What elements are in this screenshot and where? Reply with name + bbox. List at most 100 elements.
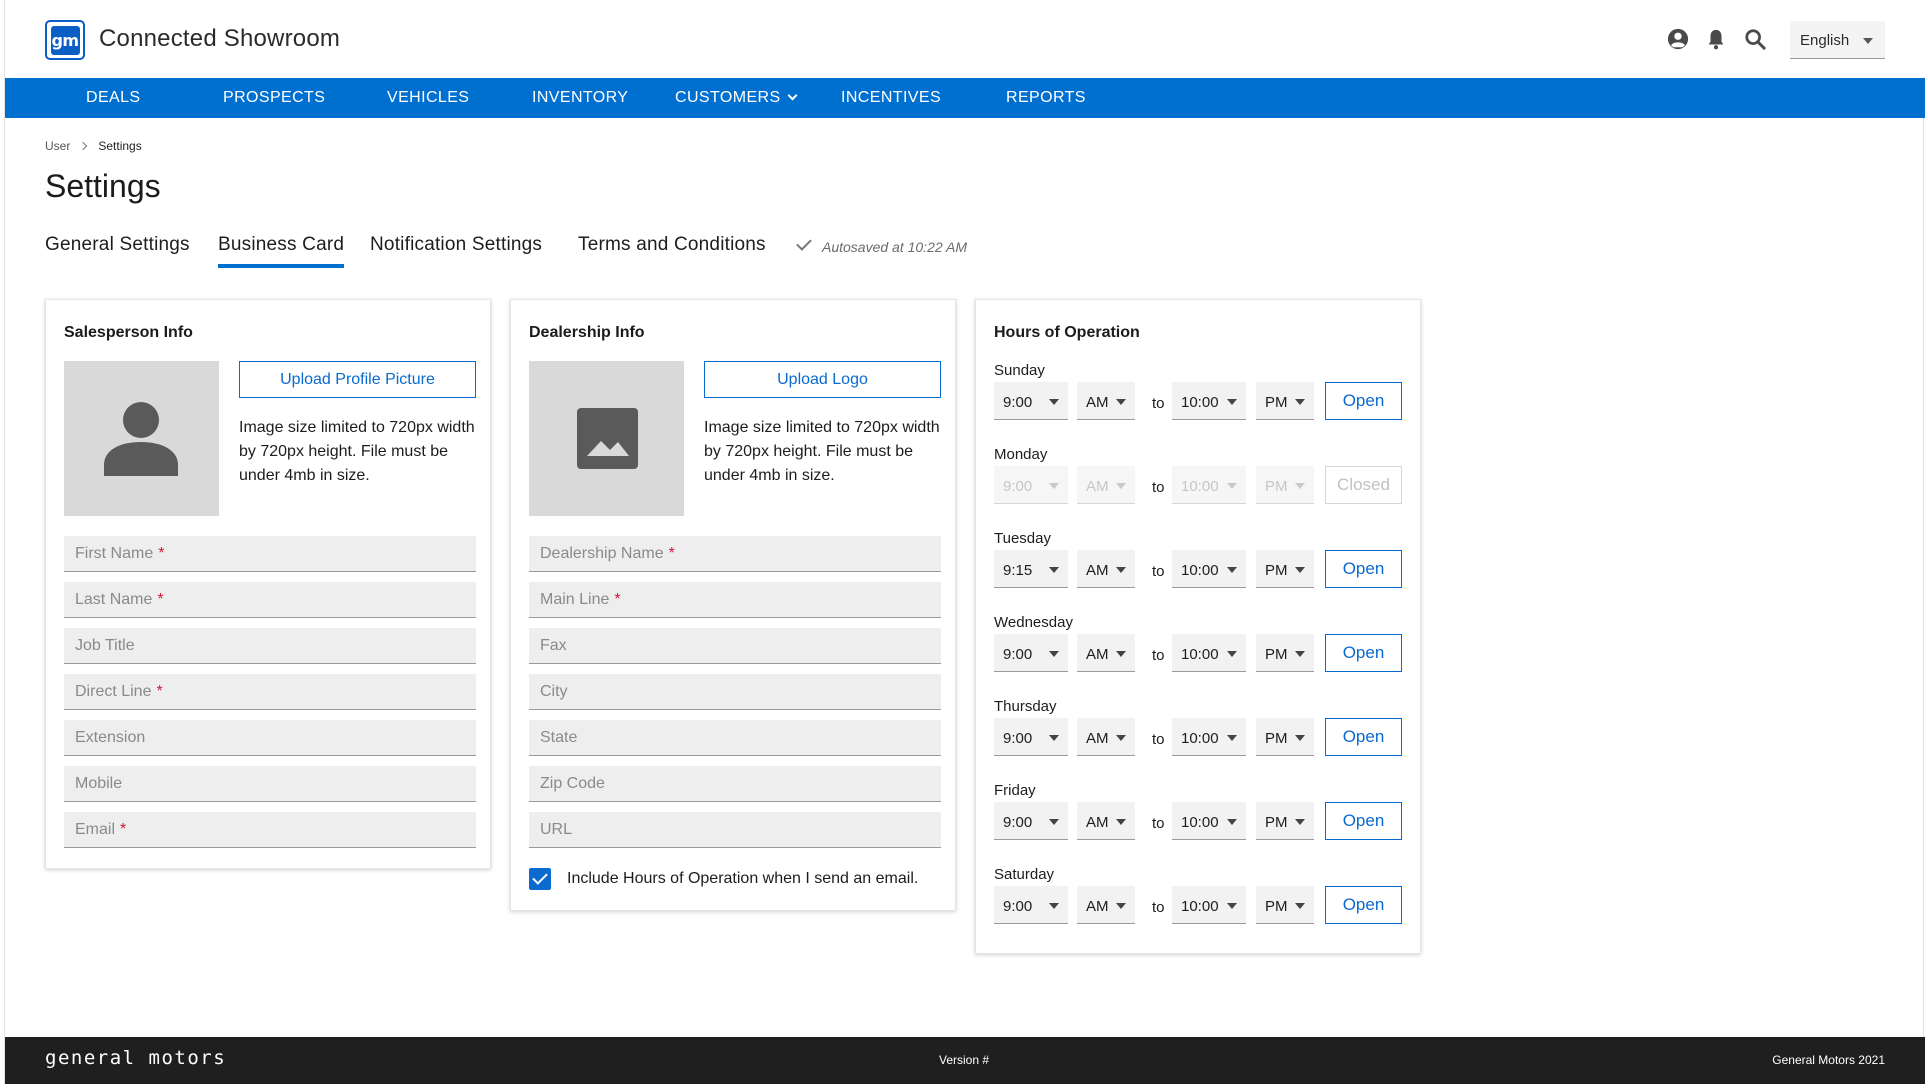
close-time-select-wednesday[interactable]: 10:00	[1172, 634, 1246, 672]
email-field[interactable]: Email *	[64, 812, 476, 848]
day-label-sunday: Sunday	[994, 362, 1045, 379]
nav-item-customers[interactable]: CUSTOMERS	[675, 89, 797, 107]
open-ampm-select-friday[interactable]: AM	[1077, 802, 1135, 840]
close-time-select-saturday[interactable]: 10:00	[1172, 886, 1246, 924]
url-field[interactable]: URL	[529, 812, 941, 848]
upload-logo-button[interactable]: Upload Logo	[704, 361, 941, 398]
chevron-down-icon	[1116, 483, 1126, 489]
to-label: to	[1152, 395, 1165, 412]
status-button-sunday[interactable]: Open	[1325, 382, 1402, 420]
upload-profile-picture-button[interactable]: Upload Profile Picture	[239, 361, 476, 398]
open-ampm-select-saturday[interactable]: AM	[1077, 886, 1135, 924]
include-hours-checkbox[interactable]	[529, 868, 551, 890]
open-ampm-select-tuesday[interactable]: AM	[1077, 550, 1135, 588]
nav-item-reports[interactable]: REPORTS	[1006, 89, 1086, 107]
nav-item-prospects[interactable]: PROSPECTS	[223, 89, 325, 107]
day-label-tuesday: Tuesday	[994, 530, 1051, 547]
chevron-right-icon	[79, 141, 88, 151]
close-time-select-sunday[interactable]: 10:00	[1172, 382, 1246, 420]
account-icon[interactable]	[1667, 28, 1689, 50]
open-time-select-saturday[interactable]: 9:00	[994, 886, 1068, 924]
close-time-select-friday[interactable]: 10:00	[1172, 802, 1246, 840]
chevron-down-icon	[1049, 735, 1059, 741]
open-ampm-select-sunday[interactable]: AM	[1077, 382, 1135, 420]
close-time-select-tuesday[interactable]: 10:00	[1172, 550, 1246, 588]
status-button-friday[interactable]: Open	[1325, 802, 1402, 840]
image-icon	[577, 408, 638, 469]
checkmark-icon	[796, 235, 812, 251]
tab-notification-settings[interactable]: Notification Settings	[370, 234, 542, 256]
open-time-select-friday[interactable]: 9:00	[994, 802, 1068, 840]
gm-logo-text: gm	[50, 25, 80, 55]
field-label: Mobile	[75, 775, 123, 792]
autosave-text: Autosaved at 10:22 AM	[822, 239, 968, 255]
chevron-down-icon	[1295, 567, 1305, 573]
open-time-select-monday[interactable]: 9:00	[994, 466, 1068, 504]
tab-terms-and-conditions[interactable]: Terms and Conditions	[578, 234, 766, 256]
close-ampm-select-sunday[interactable]: PM	[1256, 382, 1314, 420]
status-button-wednesday[interactable]: Open	[1325, 634, 1402, 672]
nav-item-vehicles[interactable]: VEHICLES	[387, 89, 469, 107]
close-ampm-select-saturday[interactable]: PM	[1256, 886, 1314, 924]
nav-item-deals[interactable]: DEALS	[86, 89, 140, 107]
dealership-name-field[interactable]: Dealership Name *	[529, 536, 941, 572]
zip-code-field[interactable]: Zip Code	[529, 766, 941, 802]
status-button-saturday[interactable]: Open	[1325, 886, 1402, 924]
last-name-field[interactable]: Last Name *	[64, 582, 476, 618]
breadcrumb-user[interactable]: User	[45, 139, 70, 153]
tab-general-settings[interactable]: General Settings	[45, 234, 190, 256]
close-ampm-select-monday[interactable]: PM	[1256, 466, 1314, 504]
chevron-down-icon	[1295, 399, 1305, 405]
breadcrumb: User Settings	[45, 139, 142, 153]
nav-item-incentives[interactable]: INCENTIVES	[841, 89, 941, 107]
open-time-select-tuesday[interactable]: 9:15	[994, 550, 1068, 588]
page-title: Settings	[45, 168, 161, 204]
profile-picture-help-text: Image size limited to 720px width by 720…	[239, 419, 475, 484]
close-ampm-select-friday[interactable]: PM	[1256, 802, 1314, 840]
close-ampm-select-thursday[interactable]: PM	[1256, 718, 1314, 756]
first-name-field[interactable]: First Name *	[64, 536, 476, 572]
open-time-select-wednesday[interactable]: 9:00	[994, 634, 1068, 672]
select-value: 9:00	[1003, 646, 1033, 663]
close-time-select-monday[interactable]: 10:00	[1172, 466, 1246, 504]
open-ampm-select-monday[interactable]: AM	[1077, 466, 1135, 504]
gm-logo[interactable]: gm	[45, 20, 85, 60]
direct-line-field[interactable]: Direct Line *	[64, 674, 476, 710]
status-button-thursday[interactable]: Open	[1325, 718, 1402, 756]
chevron-down-icon	[1049, 651, 1059, 657]
nav-item-inventory[interactable]: INVENTORY	[532, 89, 628, 107]
close-ampm-select-tuesday[interactable]: PM	[1256, 550, 1314, 588]
status-button-tuesday[interactable]: Open	[1325, 550, 1402, 588]
required-marker: *	[668, 545, 675, 562]
chevron-down-icon	[1049, 567, 1059, 573]
open-time-select-thursday[interactable]: 9:00	[994, 718, 1068, 756]
person-icon	[104, 402, 178, 476]
required-marker: *	[157, 591, 164, 608]
search-icon[interactable]	[1744, 28, 1766, 50]
field-label: City	[540, 683, 568, 700]
required-marker: *	[158, 545, 165, 562]
city-field[interactable]: City	[529, 674, 941, 710]
tab-business-card[interactable]: Business Card	[218, 234, 345, 268]
field-label: State	[540, 729, 578, 746]
close-ampm-select-wednesday[interactable]: PM	[1256, 634, 1314, 672]
mobile-field[interactable]: Mobile	[64, 766, 476, 802]
open-ampm-select-wednesday[interactable]: AM	[1077, 634, 1135, 672]
select-value: 10:00	[1181, 562, 1219, 579]
select-value: AM	[1086, 814, 1109, 831]
close-time-select-thursday[interactable]: 10:00	[1172, 718, 1246, 756]
open-ampm-select-thursday[interactable]: AM	[1077, 718, 1135, 756]
chevron-down-icon	[787, 90, 797, 101]
status-button-monday[interactable]: Closed	[1325, 466, 1402, 504]
job-title-field[interactable]: Job Title	[64, 628, 476, 664]
main-line-field[interactable]: Main Line *	[529, 582, 941, 618]
language-select[interactable]: English	[1790, 21, 1885, 59]
field-label: First Name	[75, 545, 154, 562]
extension-field[interactable]: Extension	[64, 720, 476, 756]
select-value: 10:00	[1181, 730, 1219, 747]
bell-icon[interactable]	[1705, 28, 1727, 50]
state-field[interactable]: State	[529, 720, 941, 756]
select-value: 10:00	[1181, 814, 1219, 831]
open-time-select-sunday[interactable]: 9:00	[994, 382, 1068, 420]
fax-field[interactable]: Fax	[529, 628, 941, 664]
